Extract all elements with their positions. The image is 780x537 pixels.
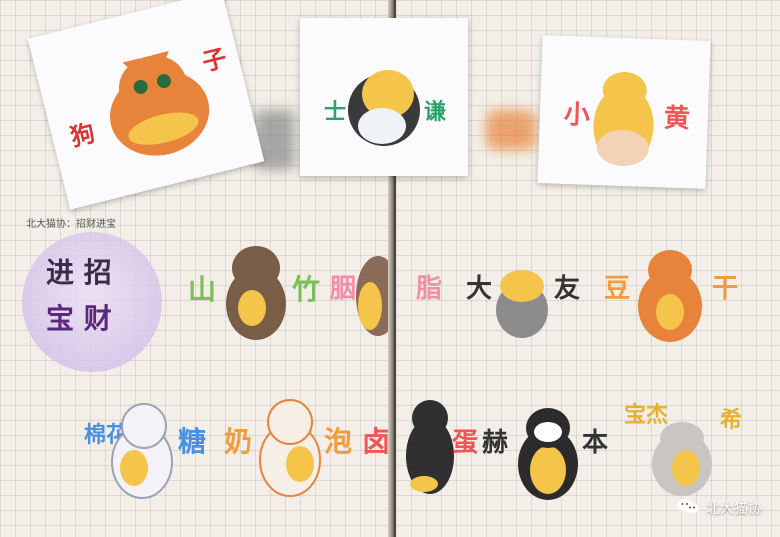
label-lu: 卤	[362, 425, 391, 458]
label-dou: 豆	[604, 274, 631, 304]
note-title: 北大猫协：招财进宝	[26, 219, 116, 230]
cat-heben	[518, 408, 578, 500]
label-huang: 黄	[663, 103, 691, 135]
label-xiao: 小	[563, 99, 591, 131]
label-qian: 谦	[424, 100, 447, 125]
label-zhi: 脂	[416, 274, 443, 304]
notebook-scene: 狗 子 北大猫协：招财进宝 进 招 宝 财 山 竹 胭 棉花 糖 奶 泡 卤 士…	[0, 0, 780, 537]
label-he: 赫	[482, 428, 509, 458]
cat-dougan	[638, 250, 702, 342]
label-shan: 山	[188, 273, 217, 306]
label-da: 大	[466, 274, 493, 304]
cat-ludan	[406, 400, 454, 494]
sticker-shiqian: 士 谦	[300, 18, 468, 176]
label-shi: 士	[324, 100, 347, 125]
cat-yanzhi	[356, 256, 392, 336]
cat-dayou	[496, 270, 548, 338]
label-you: 友	[554, 274, 581, 304]
circle-text-top: 进 招	[46, 256, 112, 289]
blurred-object-right	[486, 110, 536, 150]
watermark-text: 北大猫协	[706, 501, 762, 517]
label-tang: 糖	[178, 425, 207, 458]
label-nai: 奶	[224, 425, 253, 458]
wechat-icon	[676, 497, 700, 519]
watermark: 北大猫协	[676, 497, 762, 519]
black-white-cat-illustration	[348, 70, 420, 146]
circle-text-bottom: 宝 财	[46, 302, 112, 335]
label-gan: 干	[712, 274, 739, 304]
cat-baojiexi	[652, 422, 712, 496]
cat-mianhuatang	[111, 403, 173, 499]
label-xi: 希	[720, 408, 743, 433]
cat-shanzhu	[226, 246, 286, 340]
label-ben: 本	[582, 428, 609, 458]
label-dan: 蛋	[452, 428, 479, 458]
label-pao: 泡	[324, 425, 353, 458]
label-zhu: 竹	[292, 273, 321, 306]
sticker-xiaohuang: 小 黄	[537, 35, 711, 189]
right-page: 士 谦 小 黄 脂 大 友 豆 干 蛋 赫 本 宝杰 希 北大猫协	[300, 0, 780, 537]
cat-naipao	[259, 399, 321, 497]
